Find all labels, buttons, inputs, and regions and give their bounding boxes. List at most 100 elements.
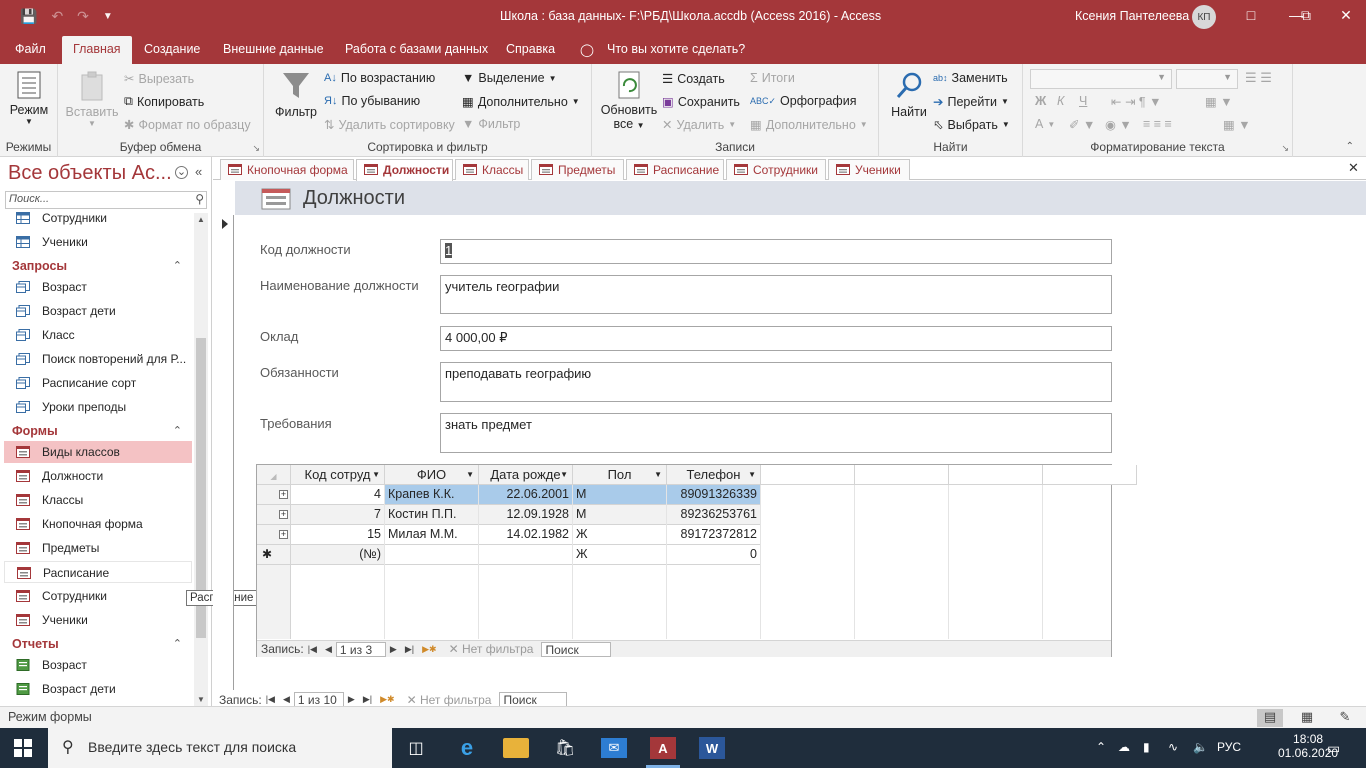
first-record-icon[interactable]: |◀ (266, 694, 275, 705)
column-header[interactable]: Телефон ▼ (667, 465, 761, 485)
last-record-icon[interactable]: ▶| (405, 644, 414, 655)
cut-button[interactable]: ✂ Вырезать (124, 71, 194, 87)
nav-section-header[interactable]: Запросы ⌃ (4, 255, 192, 277)
position-code-field[interactable]: 1 (440, 239, 1112, 264)
save-record-button[interactable]: ▣ Сохранить (662, 94, 740, 110)
filter-button[interactable]: Фильтр (272, 70, 320, 119)
table-cell[interactable]: Ж (573, 525, 667, 545)
column-header[interactable]: ФИО ▼ (385, 465, 479, 485)
nav-object-item[interactable]: Класс (4, 324, 192, 346)
prev-record-icon[interactable]: ◀ (283, 694, 290, 705)
main-search-box[interactable]: Поиск (499, 692, 568, 707)
paste-button[interactable]: Вставить ▼ (64, 70, 120, 128)
taskbar-search[interactable]: ⚲ Введите здесь текст для поиска (48, 728, 392, 768)
avatar[interactable]: КП (1192, 5, 1216, 29)
tab-external-data[interactable]: Внешние данные (223, 42, 324, 56)
goto-button[interactable]: ➔ Перейти ▼ (933, 94, 1009, 110)
nav-object-item[interactable]: Ученики (4, 609, 192, 631)
nav-section-header[interactable]: Формы ⌃ (4, 420, 192, 442)
collapse-ribbon-icon[interactable]: ⌃ (1346, 141, 1354, 152)
tab-help[interactable]: Справка (506, 42, 555, 56)
document-tab[interactable]: Расписание (626, 159, 724, 180)
form-view-icon[interactable]: ▤ (1257, 709, 1283, 727)
table-cell[interactable]: 15 (291, 525, 385, 545)
navpane-scrollbar[interactable]: ▲ ▼ (194, 213, 208, 706)
prev-record-icon[interactable]: ◀ (325, 644, 332, 655)
scroll-up-icon[interactable]: ▲ (197, 215, 205, 224)
expand-row-icon[interactable]: + (279, 530, 288, 539)
font-size-combo[interactable]: ▼ (1176, 69, 1238, 89)
search-icon[interactable]: ⚲ (195, 192, 204, 206)
document-tab[interactable]: Кнопочная форма (220, 159, 354, 180)
toggle-filter-button[interactable]: ▼ Фильтр (462, 117, 520, 131)
main-record-position[interactable]: 1 из 10 (293, 692, 344, 707)
document-tab[interactable]: Предметы (531, 159, 624, 180)
datasheet-view-icon[interactable]: ▦ (1294, 709, 1320, 727)
indent-icons[interactable]: ⇤ ⇥ ¶ ▼ (1111, 94, 1161, 109)
table-cell[interactable]: 89172372812 (667, 525, 761, 545)
table-cell[interactable]: 4 (291, 485, 385, 505)
table-cell[interactable]: М (573, 505, 667, 525)
first-record-icon[interactable]: |◀ (308, 644, 317, 655)
file-explorer-icon[interactable] (503, 738, 529, 758)
delete-record-button[interactable]: ✕ Удалить ▼ (662, 117, 736, 133)
nav-object-item[interactable]: Должности (4, 465, 192, 487)
nav-section-header[interactable]: Отчеты ⌃ (4, 633, 192, 655)
document-tab[interactable]: Сотрудники (726, 159, 826, 180)
nav-object-item[interactable]: Возраст дети (4, 678, 192, 700)
battery-icon[interactable]: ▮ (1143, 740, 1150, 754)
duties-field[interactable]: преподавать географию (440, 362, 1112, 402)
table-cell[interactable] (479, 545, 573, 565)
scroll-down-icon[interactable]: ▼ (197, 695, 205, 704)
selection-button[interactable]: ▼ Выделение ▼ (462, 71, 557, 85)
next-record-icon[interactable]: ▶ (390, 644, 397, 655)
table-cell[interactable] (385, 545, 479, 565)
collapse-section-icon[interactable]: ⌃ (173, 633, 182, 655)
design-view-icon[interactable]: ✎ (1332, 709, 1358, 727)
tab-home[interactable]: Главная (62, 36, 132, 64)
table-cell[interactable]: 22.06.2001 (479, 485, 573, 505)
language-indicator[interactable]: РУС (1217, 740, 1241, 754)
column-dropdown-icon[interactable]: ▼ (560, 465, 568, 484)
table-cell[interactable]: 14.02.1982 (479, 525, 573, 545)
underline-button[interactable]: Ч (1079, 94, 1087, 108)
search-input[interactable]: Поиск... ⚲ (5, 191, 207, 209)
tell-me-box[interactable]: Что вы хотите сделать? (607, 42, 745, 56)
access-icon[interactable]: A (650, 737, 676, 759)
select-all-corner[interactable]: ◢ (257, 465, 291, 485)
store-icon[interactable]: 🛍 (552, 736, 578, 760)
bullets-icon[interactable]: ☰ ☰ (1245, 70, 1272, 86)
nav-object-item[interactable]: Возраст (4, 654, 192, 676)
onedrive-icon[interactable]: ☁ (1118, 740, 1130, 754)
nav-object-item[interactable]: Классы (4, 489, 192, 511)
table-cell[interactable]: Ж (573, 545, 667, 565)
close-document-icon[interactable]: ✕ (1348, 160, 1359, 176)
new-record-button[interactable]: ☰ Создать (662, 71, 725, 87)
subform-search-box[interactable]: Поиск (541, 641, 612, 657)
gridlines-icon[interactable]: ▦ ▼ (1205, 94, 1233, 109)
column-header[interactable]: Дата рожде ▼ (479, 465, 573, 485)
table-cell[interactable]: 89091326339 (667, 485, 761, 505)
ribbon-options-icon[interactable]: □ (1241, 7, 1261, 23)
table-cell[interactable]: 0 (667, 545, 761, 565)
font-color-button[interactable]: A ▼ (1035, 117, 1055, 131)
word-icon[interactable]: W (699, 737, 725, 759)
nav-table-item[interactable]: Ученики (4, 231, 192, 253)
volume-icon[interactable]: 🔈 (1193, 740, 1208, 754)
nav-object-item[interactable]: Виды классов (4, 441, 192, 463)
customize-qat-icon[interactable]: ▼ (103, 11, 113, 22)
nav-object-item[interactable]: Возраст (4, 276, 192, 298)
last-record-icon[interactable]: ▶| (363, 694, 372, 705)
dialog-launcher-icon[interactable]: ↘ (1281, 143, 1289, 154)
row-selector[interactable]: + (257, 505, 291, 525)
font-name-combo[interactable]: ▼ (1030, 69, 1172, 89)
fill-color-icon[interactable]: ◉ ▼ (1105, 117, 1132, 132)
subform-record-position[interactable]: 1 из 3 (335, 641, 386, 657)
tab-file[interactable]: Файл (15, 42, 46, 56)
dialog-launcher-icon[interactable]: ↘ (252, 143, 260, 154)
align-icons[interactable]: ≡ ≡ ≡ (1143, 117, 1172, 131)
refresh-all-button[interactable]: Обновить все ▼ (598, 70, 660, 131)
wifi-icon[interactable]: ∿ (1168, 740, 1178, 754)
tab-create[interactable]: Создание (144, 42, 200, 56)
sort-ascending-button[interactable]: A↓ По возрастанию (324, 71, 435, 85)
